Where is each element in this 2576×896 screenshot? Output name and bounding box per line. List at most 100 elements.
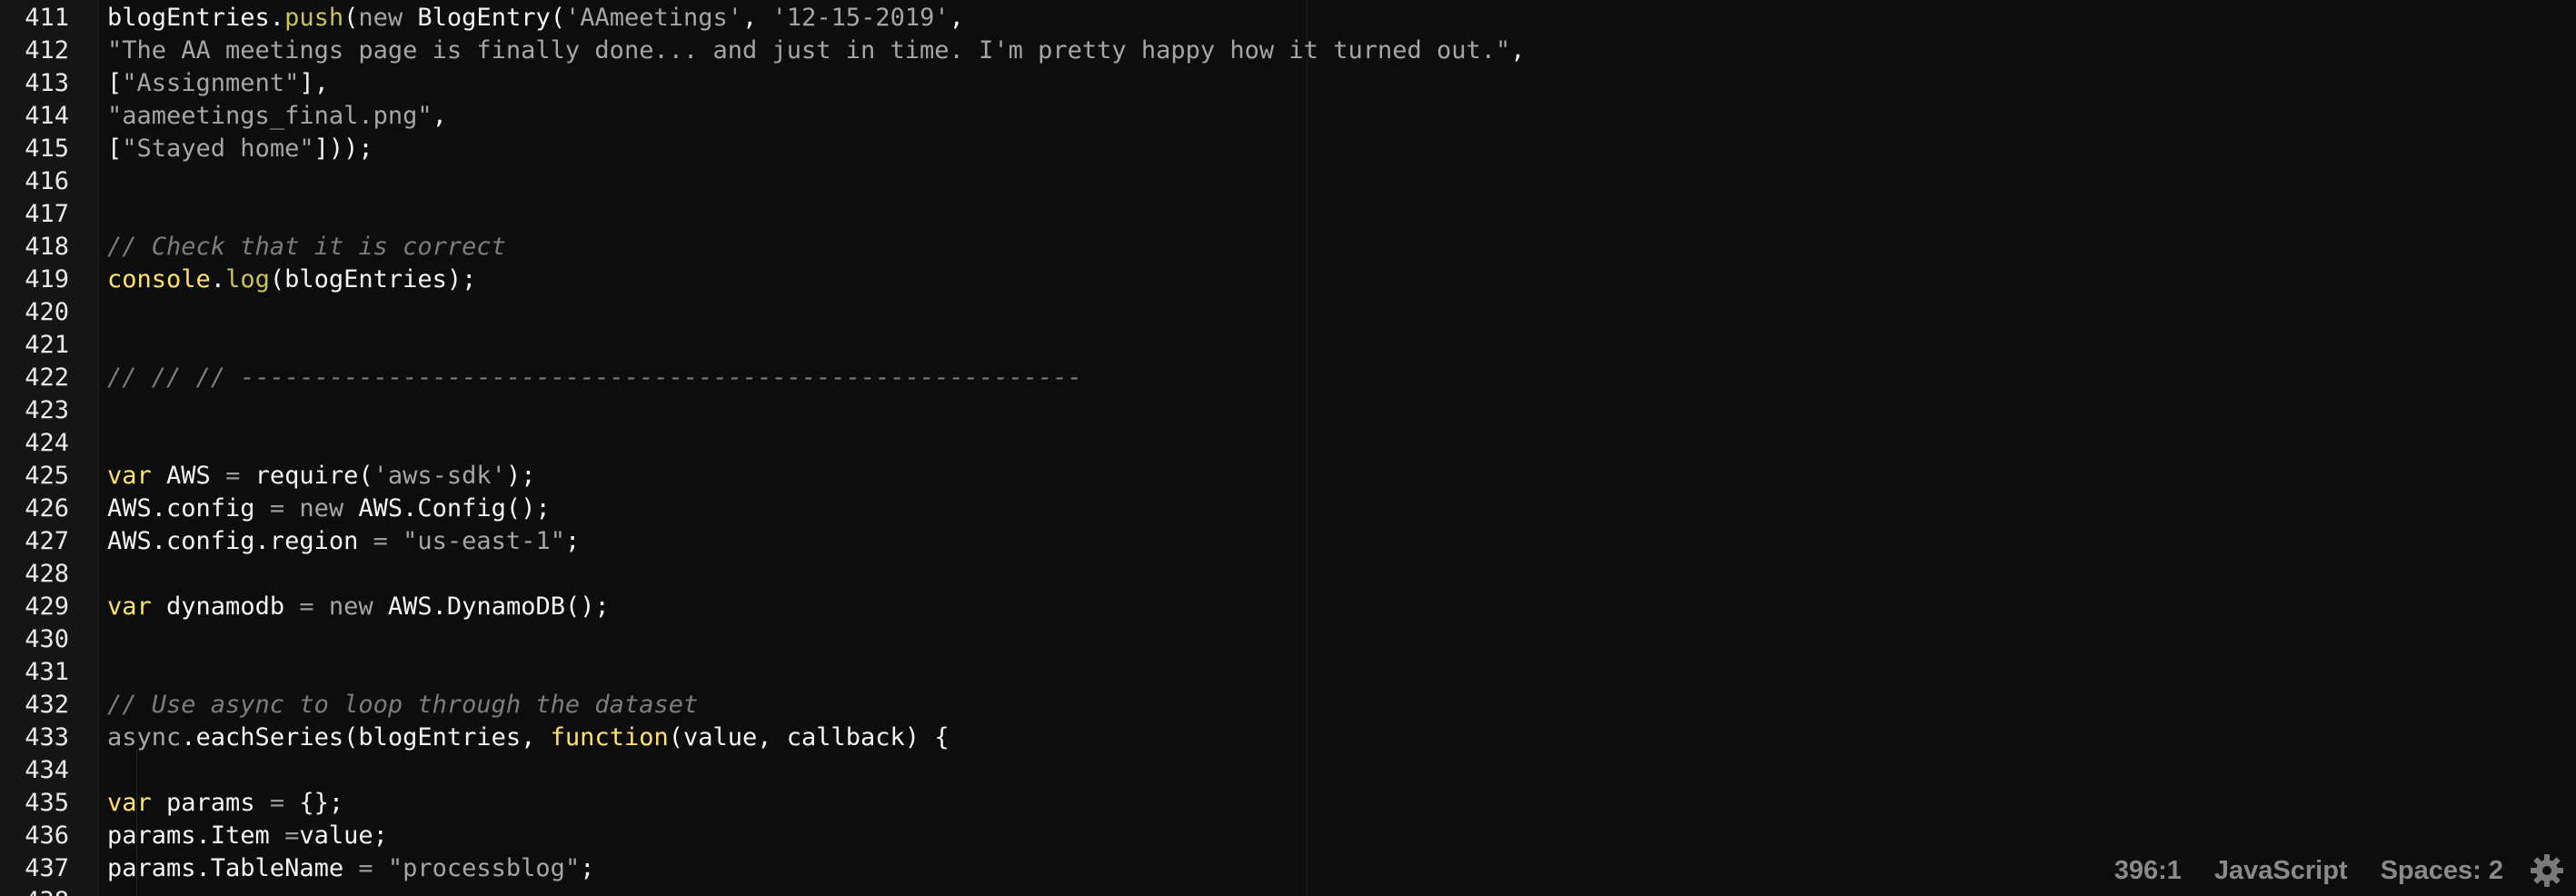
code-token: (blogEntries); (269, 265, 477, 294)
code-token: "processblog" (387, 854, 581, 882)
code-text[interactable]: ["Stayed home"])); (107, 133, 373, 165)
line-number[interactable]: 431 (0, 656, 69, 689)
line-number[interactable]: 428 (0, 558, 69, 591)
line-number[interactable]: 415 (0, 133, 69, 165)
line-number[interactable]: 424 (0, 427, 69, 460)
code-token: '12-15-2019' (771, 4, 950, 32)
line-number[interactable]: 422 (0, 362, 69, 394)
code-text[interactable]: AWS.config.region = "us-east-1"; (107, 525, 580, 558)
code-token: "us-east-1" (403, 527, 565, 555)
code-token: , (432, 102, 447, 130)
indent-setting[interactable]: Spaces: 2 (2381, 845, 2503, 896)
line-number[interactable]: 417 (0, 198, 69, 231)
gutter-divider (98, 0, 99, 896)
line-number[interactable]: 436 (0, 820, 69, 852)
code-token: AWS.config.region (107, 527, 373, 555)
code-token: // Use async to loop through the dataset (107, 691, 699, 719)
code-token: (value, callback) { (668, 723, 950, 752)
code-text[interactable]: // Check that it is correct (107, 231, 506, 264)
line-number[interactable]: 420 (0, 296, 69, 329)
code-token: ( (343, 4, 359, 32)
code-text[interactable]: params.Item =value; (107, 820, 388, 852)
code-token: require( (240, 462, 373, 490)
code-token: async (107, 723, 182, 752)
code-token: = (373, 527, 388, 555)
code-token: "Assignment" (122, 69, 300, 97)
code-token: dynamodb (151, 592, 300, 621)
line-number[interactable]: 425 (0, 460, 69, 493)
code-token: 'AAmeetings' (564, 4, 743, 32)
line-number[interactable]: 423 (0, 394, 69, 427)
code-token: push (284, 4, 344, 32)
code-token: [ (107, 69, 123, 97)
code-token: console (107, 265, 211, 294)
code-token: = (269, 494, 285, 523)
code-token: AWS.config (107, 494, 270, 523)
code-token: new (328, 592, 373, 621)
code-token: value; (299, 821, 388, 850)
code-token: [ (107, 134, 123, 163)
code-text[interactable]: var dynamodb = new AWS.DynamoDB(); (107, 591, 610, 623)
line-number[interactable]: 418 (0, 231, 69, 264)
code-token: // // // -------------------------------… (107, 363, 1082, 392)
line-number[interactable]: 414 (0, 100, 69, 133)
line-number[interactable]: 427 (0, 525, 69, 558)
code-text[interactable]: console.log(blogEntries); (107, 264, 476, 296)
cursor-position[interactable]: 396:1 (2114, 845, 2182, 896)
line-number[interactable]: 419 (0, 264, 69, 296)
line-number[interactable]: 435 (0, 787, 69, 820)
code-text[interactable]: ["Assignment"], (107, 67, 329, 100)
code-token: ; (580, 854, 595, 882)
language-mode[interactable]: JavaScript (2214, 845, 2348, 896)
code-token: = (299, 592, 314, 621)
line-number[interactable]: 432 (0, 689, 69, 722)
code-text[interactable]: async.eachSeries(blogEntries, function(v… (107, 722, 950, 754)
code-token: log (225, 265, 270, 294)
line-number[interactable]: 416 (0, 165, 69, 198)
line-number[interactable]: 434 (0, 754, 69, 787)
line-number[interactable]: 429 (0, 591, 69, 623)
code-token: blogEntries. (107, 4, 285, 32)
line-number[interactable]: 411 (0, 2, 69, 35)
code-token: , (1510, 36, 1526, 65)
line-number[interactable]: 433 (0, 722, 69, 754)
line-number[interactable]: 437 (0, 852, 69, 885)
print-margin (1307, 0, 1308, 896)
code-token: "aameetings_final.png" (107, 102, 433, 130)
line-number[interactable]: 413 (0, 67, 69, 100)
code-token: var (107, 592, 152, 621)
code-token: ); (505, 462, 536, 490)
code-text[interactable]: var AWS = require('aws-sdk'); (107, 460, 535, 493)
code-text[interactable]: // // // -------------------------------… (107, 362, 1082, 394)
code-text[interactable]: AWS.config = new AWS.Config(); (107, 493, 551, 525)
code-editor[interactable]: 411 blogEntries.push(new BlogEntry('AAmee… (0, 0, 2576, 896)
code-text[interactable]: params.TableName = "processblog"; (107, 852, 594, 885)
code-token: new (299, 494, 344, 523)
line-number[interactable]: 430 (0, 623, 69, 656)
line-number[interactable]: 438 (0, 885, 69, 896)
code-token: ])); (313, 134, 373, 163)
code-text[interactable]: // Use async to loop through the dataset (107, 689, 698, 722)
code-text[interactable]: "aameetings_final.png", (107, 100, 447, 133)
code-token: 'aws-sdk' (373, 462, 506, 490)
code-text[interactable]: blogEntries.push(new BlogEntry('AAmeetin… (107, 2, 964, 35)
code-token: params.Item (107, 821, 285, 850)
line-number[interactable]: 421 (0, 329, 69, 362)
gear-icon[interactable] (2529, 852, 2565, 889)
code-token: {}; (284, 789, 344, 817)
code-text[interactable]: var params = {}; (107, 787, 343, 820)
code-token: , (949, 4, 964, 32)
code-text[interactable]: "The AA meetings page is finally done...… (107, 35, 1526, 67)
code-token: . (210, 265, 226, 294)
code-token: function (550, 723, 669, 752)
code-token: "Stayed home" (122, 134, 314, 163)
code-token: var (107, 789, 152, 817)
line-number[interactable]: 426 (0, 493, 69, 525)
status-bar: 396:1 JavaScript Spaces: 2 (2082, 845, 2576, 896)
line-number[interactable]: 412 (0, 35, 69, 67)
code-token: AWS.Config(); (343, 494, 551, 523)
